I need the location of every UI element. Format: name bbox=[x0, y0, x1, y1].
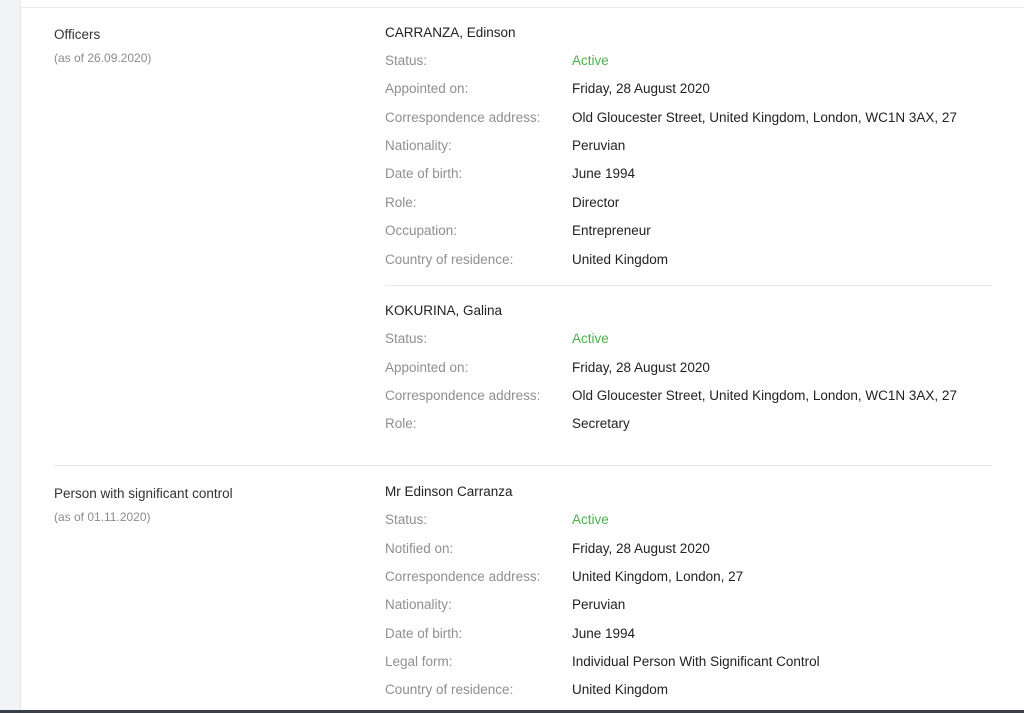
role-value: Director bbox=[572, 195, 620, 210]
date-of-birth-value: June 1994 bbox=[572, 166, 636, 181]
top-divider bbox=[21, 7, 1024, 8]
status-badge: Active bbox=[572, 53, 609, 68]
date-of-birth-label: Date of birth: bbox=[385, 166, 463, 181]
role-label: Role: bbox=[385, 416, 417, 431]
appointed-on-label: Appointed on: bbox=[385, 360, 469, 375]
correspondence-address-label: Correspondence address: bbox=[385, 569, 541, 584]
nationality-value: Peruvian bbox=[572, 138, 626, 153]
company-details-card: Officers (as of 26.09.2020) CARRANZA, Ed… bbox=[20, 0, 1024, 710]
country-of-residence-label: Country of residence: bbox=[385, 252, 514, 267]
officer-divider bbox=[385, 285, 992, 286]
role-label: Role: bbox=[385, 195, 417, 210]
status-label: Status: bbox=[385, 331, 428, 346]
status-badge: Active bbox=[572, 331, 609, 346]
correspondence-address-value: Old Gloucester Street, United Kingdom, L… bbox=[572, 110, 957, 125]
date-of-birth-value: June 1994 bbox=[572, 626, 636, 641]
nationality-label: Nationality: bbox=[385, 597, 452, 612]
correspondence-address-value: Old Gloucester Street, United Kingdom, L… bbox=[572, 388, 957, 403]
correspondence-address-label: Correspondence address: bbox=[385, 388, 541, 403]
notified-on-value: Friday, 28 August 2020 bbox=[572, 541, 710, 556]
section-divider bbox=[54, 465, 992, 466]
correspondence-address-value: United Kingdom, London, 27 bbox=[572, 569, 744, 584]
psc-section-title: Person with significant control bbox=[54, 486, 233, 501]
officer-name: KOKURINA, Galina bbox=[385, 303, 503, 318]
status-badge: Active bbox=[572, 512, 609, 527]
status-label: Status: bbox=[385, 53, 428, 68]
occupation-label: Occupation: bbox=[385, 223, 458, 238]
nationality-value: Peruvian bbox=[572, 597, 626, 612]
appointed-on-value: Friday, 28 August 2020 bbox=[572, 81, 710, 96]
nationality-label: Nationality: bbox=[385, 138, 452, 153]
appointed-on-label: Appointed on: bbox=[385, 81, 469, 96]
notified-on-label: Notified on: bbox=[385, 541, 454, 556]
psc-person-name: Mr Edinson Carranza bbox=[385, 484, 513, 499]
officer-name: CARRANZA, Edinson bbox=[385, 25, 516, 40]
status-label: Status: bbox=[385, 512, 428, 527]
appointed-on-value: Friday, 28 August 2020 bbox=[572, 360, 710, 375]
legal-form-value: Individual Person With Significant Contr… bbox=[572, 654, 820, 669]
correspondence-address-label: Correspondence address: bbox=[385, 110, 541, 125]
date-of-birth-label: Date of birth: bbox=[385, 626, 463, 641]
role-value: Secretary bbox=[572, 416, 630, 431]
country-of-residence-value: United Kingdom bbox=[572, 252, 669, 267]
country-of-residence-value: United Kingdom bbox=[572, 682, 669, 697]
psc-as-of-date: (as of 01.11.2020) bbox=[54, 510, 151, 524]
occupation-value: Entrepreneur bbox=[572, 223, 651, 238]
officers-as-of-date: (as of 26.09.2020) bbox=[54, 51, 152, 65]
legal-form-label: Legal form: bbox=[385, 654, 453, 669]
country-of-residence-label: Country of residence: bbox=[385, 682, 514, 697]
officers-section-title: Officers bbox=[54, 27, 101, 42]
